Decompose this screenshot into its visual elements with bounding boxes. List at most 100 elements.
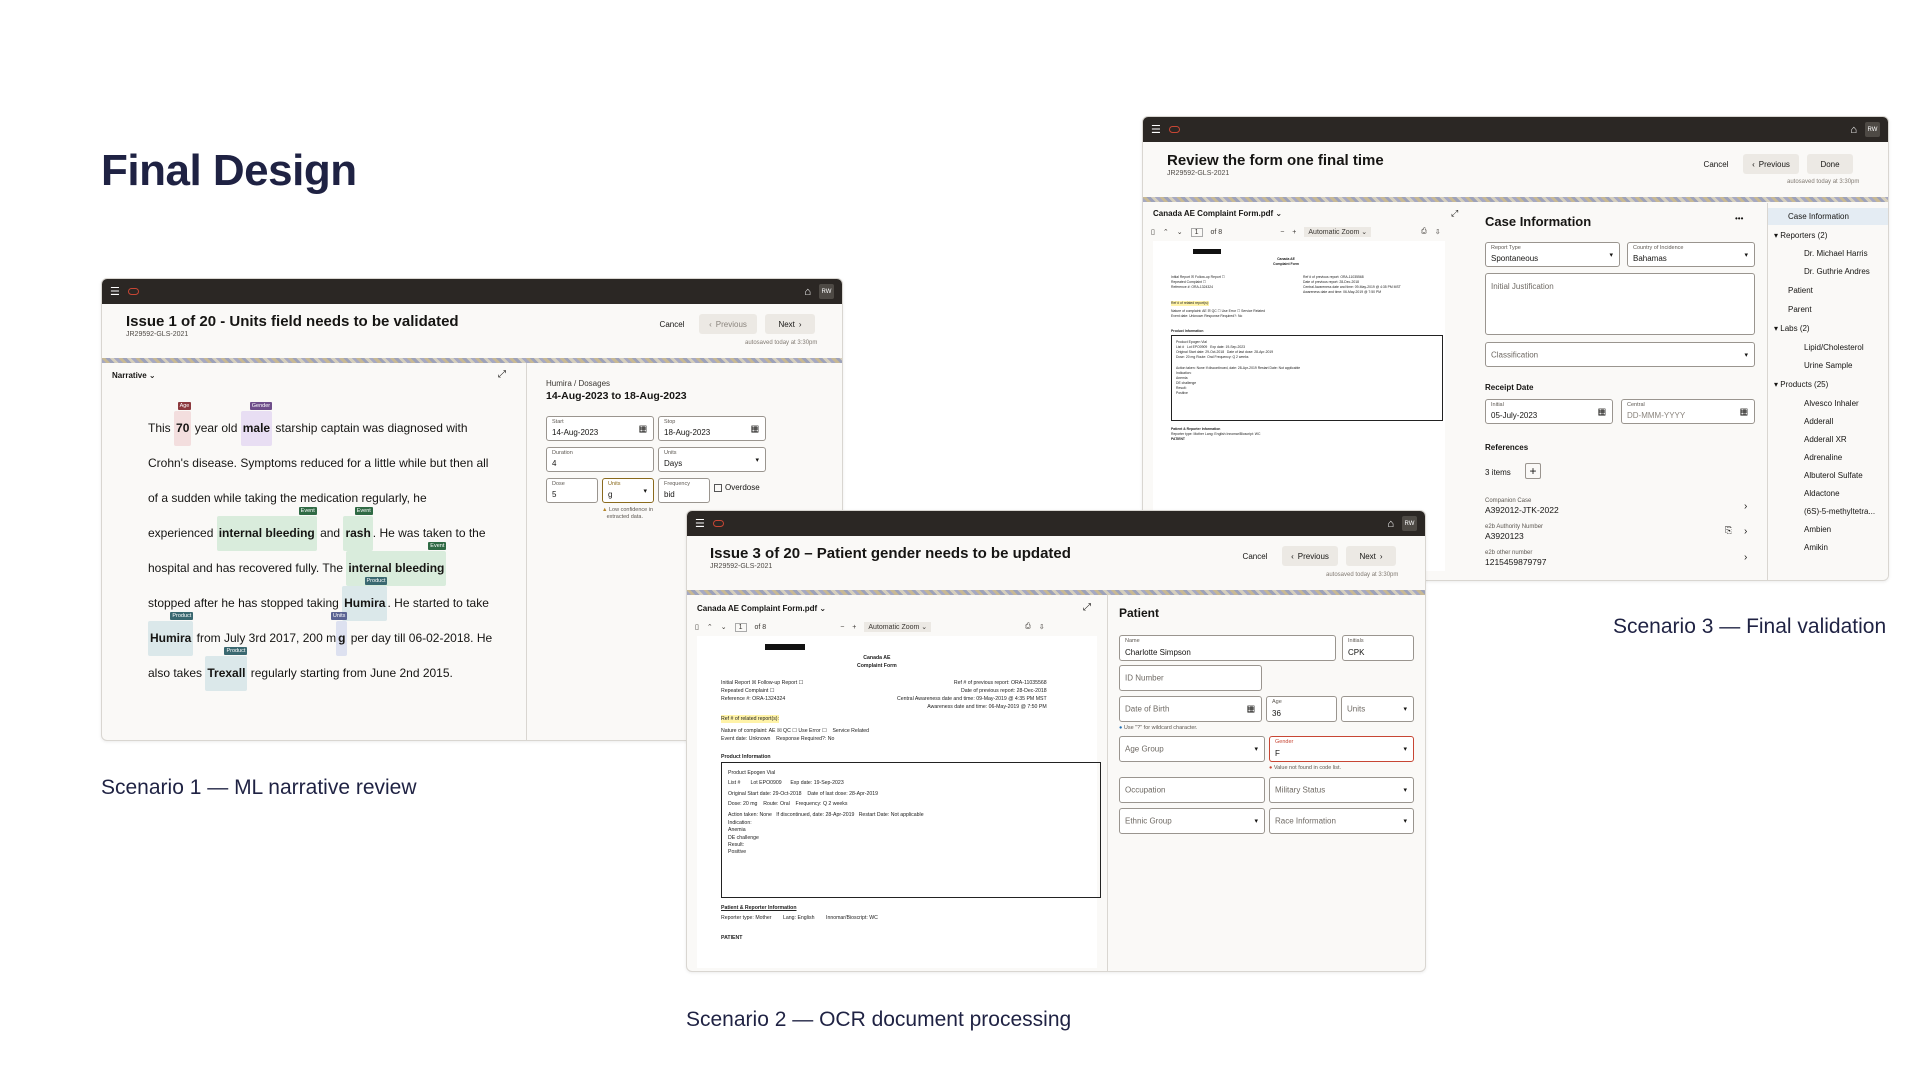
duration-field[interactable]: Duration 4 (546, 447, 654, 472)
avatar[interactable]: RW (1865, 122, 1880, 137)
note-icon[interactable]: ⎘ (1725, 525, 1732, 536)
previous-button[interactable]: ‹ Previous (699, 314, 757, 334)
id-number-field[interactable]: ID Number (1119, 665, 1262, 691)
entity-event[interactable]: internal bleeding Event (346, 542, 447, 586)
tree-item-product[interactable]: Adderall (1804, 417, 1833, 426)
entity-event[interactable]: rash Event (343, 507, 373, 551)
chevron-up-icon[interactable]: ⌃ (707, 623, 713, 631)
tree-item-products[interactable]: ▾ Products (25) (1774, 380, 1828, 389)
breadcrumb[interactable]: Humira / Dosages (546, 379, 610, 388)
chevron-right-icon[interactable]: › (1744, 552, 1747, 563)
zoom-out-icon[interactable]: − (1280, 229, 1284, 236)
calendar-icon[interactable]: ▦ (750, 423, 759, 434)
zoom-in-icon[interactable]: + (1292, 229, 1296, 236)
previous-button[interactable]: ‹ Previous (1743, 154, 1799, 174)
initials-field[interactable]: Initials CPK (1342, 635, 1414, 661)
pdf-file-name[interactable]: Canada AE Complaint Form.pdf ⌄ (697, 604, 826, 613)
cancel-button[interactable]: Cancel (655, 314, 689, 334)
calendar-icon[interactable]: ▦ (1246, 704, 1255, 715)
reference-item[interactable]: e2b other number 1215459879797 (1485, 550, 1546, 567)
tree-item-product[interactable]: Adderall XR (1804, 435, 1847, 444)
home-icon[interactable]: ⌂ (1387, 518, 1394, 530)
chevron-down-icon[interactable]: ⌄ (1177, 228, 1183, 236)
previous-button[interactable]: ‹ Previous (1282, 546, 1338, 566)
sidebar-toggle-icon[interactable]: ▯ (1151, 228, 1155, 236)
zoom-select[interactable]: Automatic Zoom ⌄ (864, 622, 932, 632)
stop-date-field[interactable]: Stop 18-Aug-2023 ▦ (658, 416, 766, 441)
start-date-field[interactable]: Start 14-Aug-2023 ▦ (546, 416, 654, 441)
tree-item-lab[interactable]: Urine Sample (1804, 361, 1852, 370)
chevron-right-icon[interactable]: › (1744, 501, 1747, 512)
chevron-right-icon[interactable]: › (1744, 526, 1747, 537)
avatar[interactable]: RW (1402, 516, 1417, 531)
ethnic-group-select[interactable]: Ethnic Group ▾ (1119, 808, 1265, 834)
dose-units-select[interactable]: Units g ▾ (602, 478, 654, 503)
report-type-select[interactable]: Report Type Spontaneous ▾ (1485, 242, 1620, 267)
expand-icon[interactable]: ⤢ (498, 369, 506, 380)
entity-event[interactable]: internal bleeding Event (216, 507, 317, 551)
tree-item-product[interactable]: (6S)-5-methyltetra... (1804, 507, 1875, 516)
home-icon[interactable]: ⌂ (804, 286, 811, 298)
page-number-input[interactable]: 1 (1190, 227, 1203, 237)
tree-item-product[interactable]: Aldactone (1804, 489, 1840, 498)
zoom-select[interactable]: Automatic Zoom ⌄ (1304, 227, 1372, 237)
tree-item-case-information[interactable]: Case Information (1788, 212, 1849, 221)
tree-item-parent[interactable]: Parent (1788, 305, 1812, 314)
cancel-button[interactable]: Cancel (1238, 546, 1272, 566)
tree-item-patient[interactable]: Patient (1788, 286, 1813, 295)
calendar-icon[interactable]: ▦ (638, 423, 647, 434)
next-button[interactable]: Next › (765, 314, 815, 334)
age-field[interactable]: Age 36 (1266, 696, 1337, 722)
tree-item-reporters[interactable]: ▾ Reporters (2) (1774, 231, 1827, 240)
date-of-birth-field[interactable]: Date of Birth ▦ (1119, 696, 1262, 722)
hamburger-menu-icon[interactable]: ☰ (110, 285, 120, 298)
gender-select[interactable]: Gender F ▾ (1269, 736, 1414, 762)
military-status-select[interactable]: Military Status ▾ (1269, 777, 1414, 803)
duration-units-select[interactable]: Units Days ▾ (658, 447, 766, 472)
more-options-icon[interactable]: ••• (1735, 214, 1743, 223)
dose-field[interactable]: Dose 5 (546, 478, 598, 503)
avatar[interactable]: RW (819, 284, 834, 299)
expand-icon[interactable]: ⤢ (1451, 208, 1458, 219)
units-select[interactable]: Units ▾ (1341, 696, 1414, 722)
next-button[interactable]: Next › (1346, 546, 1396, 566)
done-button[interactable]: Done (1807, 154, 1853, 174)
tree-item-product[interactable]: Adrenaline (1804, 453, 1842, 462)
initial-justification-textarea[interactable]: Initial Justification (1485, 273, 1755, 335)
race-information-select[interactable]: Race Information ▾ (1269, 808, 1414, 834)
entity-age[interactable]: 70 Age (174, 402, 192, 446)
tree-item-product[interactable]: Amikin (1804, 543, 1828, 552)
sidebar-toggle-icon[interactable]: ▯ (695, 623, 699, 631)
tree-item-product[interactable]: Alvesco Inhaler (1804, 399, 1859, 408)
download-icon[interactable]: ⇩ (1039, 623, 1045, 631)
overdose-checkbox[interactable]: Overdose (714, 483, 760, 492)
tree-item-lab[interactable]: Lipid/Cholesterol (1804, 343, 1864, 352)
classification-select[interactable]: Classification ▾ (1485, 342, 1755, 367)
pdf-file-name[interactable]: Canada AE Complaint Form.pdf ⌄ (1153, 209, 1282, 218)
name-field[interactable]: Name Charlotte Simpson (1119, 635, 1336, 661)
calendar-icon[interactable]: ▦ (1739, 406, 1748, 417)
add-reference-icon[interactable]: + (1525, 463, 1541, 479)
hamburger-menu-icon[interactable]: ☰ (1151, 123, 1161, 136)
chevron-down-icon[interactable]: ⌄ (721, 623, 727, 631)
occupation-field[interactable]: Occupation (1119, 777, 1265, 803)
age-group-select[interactable]: Age Group ▾ (1119, 736, 1265, 762)
entity-product[interactable]: Humira Product (148, 612, 194, 656)
cancel-button[interactable]: Cancel (1699, 154, 1733, 174)
central-date-field[interactable]: Central DD-MMM-YYYY ▦ (1621, 399, 1755, 424)
entity-units[interactable]: g Units (330, 612, 348, 656)
tree-item-product[interactable]: Ambien (1804, 525, 1831, 534)
reference-item[interactable]: Companion Case A392012-JTK-2022 (1485, 498, 1559, 515)
zoom-in-icon[interactable]: + (852, 624, 856, 631)
tree-item-product[interactable]: Albuterol Sulfate (1804, 471, 1863, 480)
print-icon[interactable]: ⎙ (1421, 228, 1427, 236)
frequency-field[interactable]: Frequency bid (658, 478, 710, 503)
home-icon[interactable]: ⌂ (1850, 124, 1857, 136)
zoom-out-icon[interactable]: − (840, 624, 844, 631)
initial-date-field[interactable]: Initial 05-July-2023 ▦ (1485, 399, 1613, 424)
calendar-icon[interactable]: ▦ (1597, 406, 1606, 417)
narrative-dropdown[interactable]: Narrative ⌄ (112, 371, 156, 380)
reference-item[interactable]: e2b Authority Number A3920123 (1485, 524, 1543, 541)
entity-gender[interactable]: male Gender (240, 402, 273, 446)
entity-product[interactable]: Trexall Product (205, 647, 248, 691)
